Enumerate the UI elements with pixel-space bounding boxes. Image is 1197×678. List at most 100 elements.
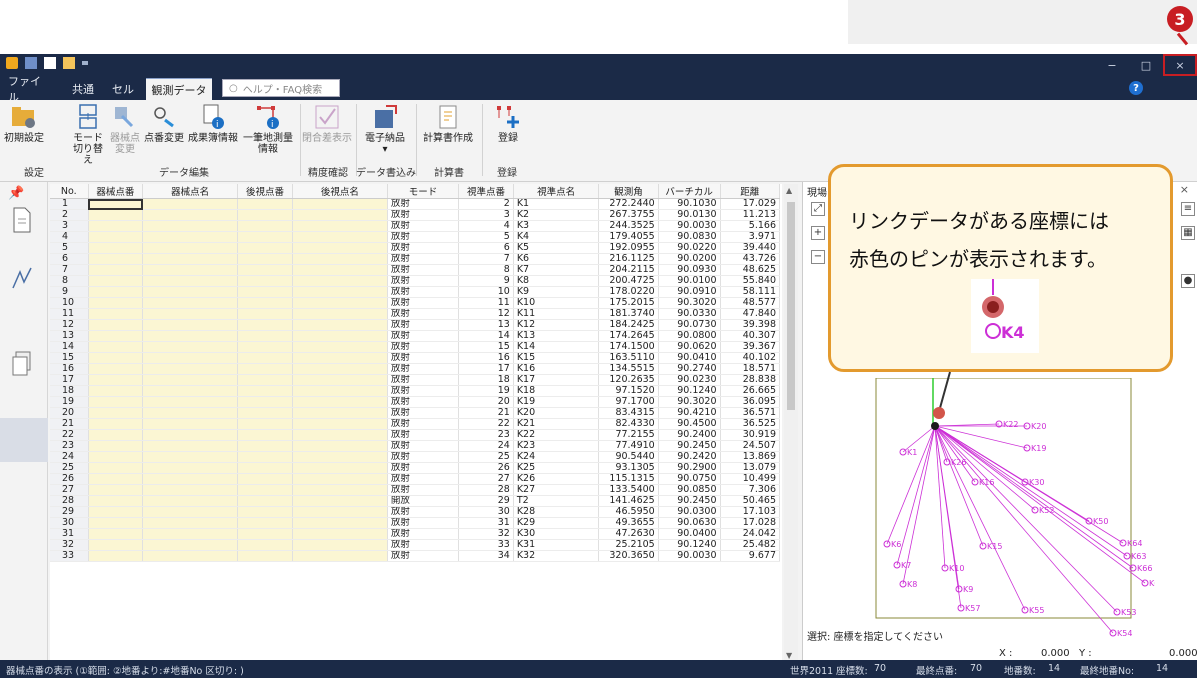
table-cell[interactable] — [88, 231, 144, 243]
table-cell[interactable] — [237, 473, 293, 485]
table-cell[interactable]: 放射 — [387, 198, 460, 210]
table-cell[interactable] — [88, 264, 144, 276]
table-row[interactable]: 21 放射 22 K21 82.4330 90.4500 36.525 — [50, 418, 781, 430]
table-cell[interactable]: 163.5110 — [598, 352, 659, 364]
register-button[interactable]: 登録 — [488, 104, 528, 144]
table-cell[interactable] — [88, 242, 144, 254]
polyline-icon[interactable] — [10, 264, 34, 292]
table-cell[interactable] — [142, 396, 239, 408]
table-cell[interactable]: K20 — [513, 407, 600, 419]
table-cell[interactable]: 放射 — [387, 341, 460, 353]
table-cell[interactable] — [237, 550, 293, 562]
table-cell[interactable] — [142, 253, 239, 265]
zoom-out-icon[interactable]: − — [811, 250, 825, 264]
table-cell[interactable] — [237, 319, 293, 331]
tab-common[interactable]: 共通 — [66, 78, 100, 100]
table-cell[interactable] — [142, 275, 239, 287]
table-row[interactable]: 9 放射 10 K9 178.0220 90.0910 58.111 — [50, 286, 781, 298]
table-cell[interactable]: 26.665 — [720, 385, 781, 397]
table-cell[interactable]: 30 — [458, 506, 514, 518]
table-cell[interactable]: 33 — [458, 539, 514, 551]
table-cell[interactable]: 90.2400 — [658, 429, 721, 441]
table-cell[interactable]: 5.166 — [720, 220, 781, 232]
table-cell[interactable]: 200.4725 — [598, 275, 659, 287]
table-cell[interactable]: 放射 — [387, 220, 460, 232]
scroll-thumb[interactable] — [787, 202, 795, 410]
table-cell[interactable]: 18.571 — [720, 363, 781, 375]
table-cell[interactable]: 3 — [458, 209, 514, 221]
list-icon[interactable]: ≡ — [1181, 202, 1195, 216]
table-cell[interactable]: K2 — [513, 209, 600, 221]
table-cell[interactable]: 7.306 — [720, 484, 781, 496]
table-cell[interactable]: K7 — [513, 264, 600, 276]
table-cell[interactable]: 26 — [458, 462, 514, 474]
table-cell[interactable] — [237, 242, 293, 254]
table-cell[interactable] — [142, 451, 239, 463]
table-cell[interactable]: K32 — [513, 550, 600, 562]
table-cell[interactable]: 放射 — [387, 385, 460, 397]
table-cell[interactable] — [292, 253, 388, 265]
table-cell[interactable]: 放射 — [387, 528, 460, 540]
table-cell[interactable]: 36.571 — [720, 407, 781, 419]
table-cell[interactable]: 82.4330 — [598, 418, 659, 430]
table-cell[interactable]: 10.499 — [720, 473, 781, 485]
table-cell[interactable]: 29 — [458, 495, 514, 507]
pin-icon[interactable]: 📌 — [8, 186, 24, 201]
table-cell[interactable]: 43.726 — [720, 253, 781, 265]
point-number-change-button[interactable]: 点番変更 — [142, 104, 186, 144]
table-cell[interactable]: 115.1315 — [598, 473, 659, 485]
table-cell[interactable]: 6 — [458, 242, 514, 254]
table-cell[interactable] — [237, 506, 293, 518]
table-cell[interactable] — [142, 286, 239, 298]
table-cell[interactable]: 267.3755 — [598, 209, 659, 221]
minimize-button[interactable]: − — [1095, 54, 1129, 76]
observation-data-grid[interactable]: No. 器械点番 器械点名 後視点番 後視点名 モード 視準点番 視準点名 観測角 バーチカル 距離… — [50, 184, 782, 662]
table-cell[interactable]: 77.2155 — [598, 429, 659, 441]
table-row[interactable]: 8 放射 9 K8 200.4725 90.0100 55.840 — [50, 275, 781, 287]
table-cell[interactable] — [292, 220, 388, 232]
table-cell[interactable] — [142, 264, 239, 276]
table-cell[interactable]: 24.042 — [720, 528, 781, 540]
table-cell[interactable]: 90.2900 — [658, 462, 721, 474]
table-cell[interactable] — [88, 451, 144, 463]
table-cell[interactable] — [237, 198, 293, 210]
table-cell[interactable]: 放射 — [387, 407, 460, 419]
table-cell[interactable] — [142, 429, 239, 441]
table-row[interactable]: 26 放射 27 K26 115.1315 90.0750 10.499 — [50, 473, 781, 485]
table-cell[interactable] — [237, 231, 293, 243]
electronic-delivery-dropdown[interactable]: ▾ — [360, 144, 410, 155]
table-cell[interactable]: 90.0030 — [658, 220, 721, 232]
table-row[interactable]: 30 放射 31 K29 49.3655 90.0630 17.028 — [50, 517, 781, 529]
table-cell[interactable]: K9 — [513, 286, 600, 298]
table-cell[interactable] — [292, 495, 388, 507]
table-cell[interactable]: 4 — [458, 220, 514, 232]
table-cell[interactable]: 32 — [458, 528, 514, 540]
table-cell[interactable]: T2 — [513, 495, 600, 507]
table-cell[interactable]: 192.0955 — [598, 242, 659, 254]
table-cell[interactable] — [88, 308, 144, 320]
table-cell[interactable] — [142, 517, 239, 529]
table-cell[interactable]: K6 — [513, 253, 600, 265]
table-cell[interactable] — [88, 253, 144, 265]
table-cell[interactable]: 141.4625 — [598, 495, 659, 507]
table-cell[interactable] — [237, 220, 293, 232]
table-cell[interactable]: 8 — [458, 264, 514, 276]
table-cell[interactable]: 17.028 — [720, 517, 781, 529]
table-cell[interactable]: K26 — [513, 473, 600, 485]
table-cell[interactable]: 放射 — [387, 462, 460, 474]
table-cell[interactable]: 39.367 — [720, 341, 781, 353]
table-cell[interactable] — [237, 264, 293, 276]
table-cell[interactable]: 90.4210 — [658, 407, 721, 419]
calculation-report-button[interactable]: 計算書作成 — [420, 104, 476, 144]
save-icon[interactable] — [25, 57, 37, 69]
table-cell[interactable]: 放射 — [387, 330, 460, 342]
table-cell[interactable]: 放射 — [387, 418, 460, 430]
column-header[interactable]: 観測角 — [598, 184, 659, 199]
table-cell[interactable]: 90.0130 — [658, 209, 721, 221]
table-cell[interactable]: K27 — [513, 484, 600, 496]
table-cell[interactable] — [292, 539, 388, 551]
table-row[interactable]: 29 放射 30 K28 46.5950 90.0300 17.103 — [50, 506, 781, 518]
table-cell[interactable]: K10 — [513, 297, 600, 309]
table-cell[interactable]: 24.507 — [720, 440, 781, 452]
table-cell[interactable] — [292, 517, 388, 529]
